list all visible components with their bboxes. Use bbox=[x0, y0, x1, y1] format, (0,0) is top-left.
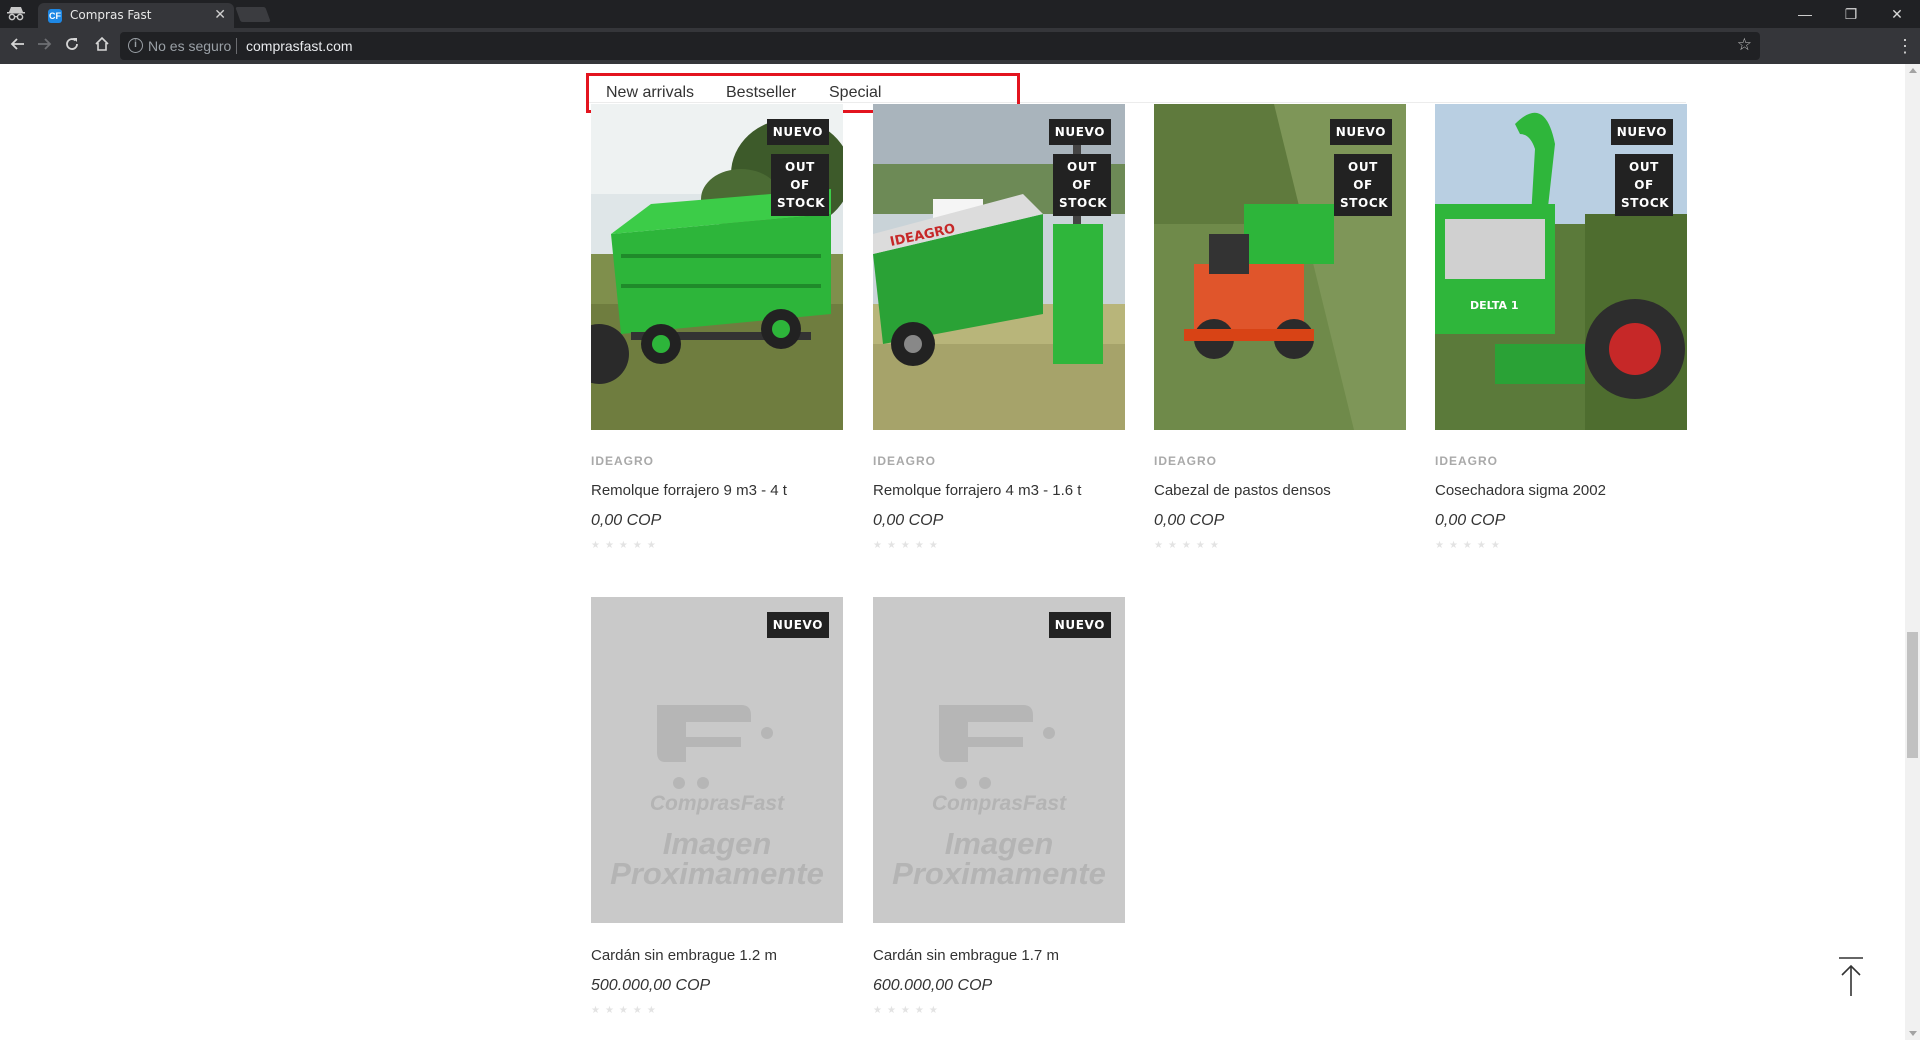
placeholder-line1: Imagen bbox=[944, 826, 1054, 861]
arrow-up-icon bbox=[1839, 957, 1863, 996]
product-price: 0,00 COP bbox=[873, 512, 944, 529]
product-image-trailer-field[interactable]: IDEAGRO NUEVO OUT OF STOCK bbox=[873, 104, 1125, 430]
new-badge: NUEVO bbox=[1329, 119, 1392, 145]
product-name[interactable]: Remolque forrajero 9 m3 - 4 t bbox=[591, 482, 787, 499]
placeholder-line1: Imagen bbox=[662, 826, 772, 861]
page-viewport: New arrivals Bestseller Special NUEVO OU… bbox=[0, 64, 1920, 1040]
product-brand[interactable]: IDEAGRO bbox=[1154, 454, 1217, 468]
forward-arrow-icon[interactable] bbox=[34, 36, 54, 56]
address-bar[interactable]: i No es seguro comprasfast.com ☆ bbox=[120, 32, 1760, 60]
rating-stars: ★★★★★ bbox=[591, 1005, 661, 1016]
scroll-down-icon[interactable] bbox=[1909, 1031, 1917, 1036]
scroll-up-icon[interactable] bbox=[1909, 68, 1917, 73]
product-image-harvester[interactable]: DELTA 1 NUEVO OUT OF STOCK bbox=[1435, 104, 1687, 430]
back-arrow-icon[interactable] bbox=[8, 36, 28, 56]
product-price: 600.000,00 COP bbox=[873, 977, 993, 994]
new-badge: NUEVO bbox=[1610, 119, 1673, 145]
tab-close-icon[interactable]: ✕ bbox=[214, 6, 226, 23]
product-brand[interactable]: IDEAGRO bbox=[1435, 454, 1498, 468]
rating-stars: ★★★★★ bbox=[1154, 540, 1224, 551]
placeholder-line2: Proximamente bbox=[892, 856, 1106, 891]
restore-button[interactable]: ❐ bbox=[1828, 2, 1874, 26]
tab-new-arrivals[interactable]: New arrivals bbox=[606, 84, 694, 102]
product-name[interactable]: Cardán sin embrague 1.2 m bbox=[591, 947, 777, 964]
close-window-button[interactable]: ✕ bbox=[1874, 2, 1920, 26]
new-badge: NUEVO bbox=[1048, 119, 1111, 145]
new-badge: NUEVO bbox=[1048, 612, 1111, 638]
product-name[interactable]: Cardán sin embrague 1.7 m bbox=[873, 947, 1059, 964]
home-icon[interactable] bbox=[92, 36, 112, 56]
product-price: 500.000,00 COP bbox=[591, 977, 711, 994]
reload-icon[interactable] bbox=[62, 36, 82, 56]
browser-toolbar: i No es seguro comprasfast.com ☆ ⋮ bbox=[0, 28, 1920, 64]
scrollbar-thumb[interactable] bbox=[1907, 632, 1918, 758]
browser-titlebar: CF Compras Fast ✕ — ❐ ✕ bbox=[0, 0, 1920, 28]
product-price: 0,00 COP bbox=[591, 512, 662, 529]
omnibox-divider bbox=[236, 38, 237, 54]
incognito-icon[interactable] bbox=[6, 6, 26, 22]
security-label: No es seguro bbox=[148, 38, 232, 54]
rating-stars: ★★★★★ bbox=[1435, 540, 1505, 551]
product-name[interactable]: Cabezal de pastos densos bbox=[1154, 482, 1331, 499]
info-icon[interactable]: i bbox=[128, 38, 143, 53]
back-to-top-button[interactable] bbox=[1836, 956, 1866, 998]
product-price: 0,00 COP bbox=[1435, 512, 1506, 529]
placeholder-line2: Proximamente bbox=[610, 856, 824, 891]
product-image-placeholder[interactable]: ComprasFast Imagen Proximamente NUEVO bbox=[873, 597, 1125, 923]
product-price: 0,00 COP bbox=[1154, 512, 1225, 529]
product-brand[interactable]: IDEAGRO bbox=[591, 454, 654, 468]
svg-text:DELTA 1: DELTA 1 bbox=[1470, 299, 1518, 312]
new-badge: NUEVO bbox=[766, 119, 829, 145]
product-image-trailer[interactable]: NUEVO OUT OF STOCK bbox=[591, 104, 843, 430]
out-of-stock-badge: OUT OF STOCK bbox=[1334, 154, 1392, 216]
new-badge: NUEVO bbox=[766, 612, 829, 638]
product-image-tractor[interactable]: NUEVO OUT OF STOCK bbox=[1154, 104, 1406, 430]
tab-special[interactable]: Special bbox=[829, 84, 881, 102]
rating-stars: ★★★★★ bbox=[873, 540, 943, 551]
product-name[interactable]: Remolque forrajero 4 m3 - 1.6 t bbox=[873, 482, 1081, 499]
url-text[interactable]: comprasfast.com bbox=[246, 38, 353, 54]
tab-bestseller[interactable]: Bestseller bbox=[726, 84, 796, 102]
minimize-button[interactable]: — bbox=[1782, 2, 1828, 26]
product-brand[interactable]: IDEAGRO bbox=[873, 454, 936, 468]
out-of-stock-badge: OUT OF STOCK bbox=[771, 154, 829, 216]
browser-menu-icon[interactable]: ⋮ bbox=[1896, 36, 1914, 56]
out-of-stock-badge: OUT OF STOCK bbox=[1615, 154, 1673, 216]
rating-stars: ★★★★★ bbox=[873, 1005, 943, 1016]
placeholder-logo-text: ComprasFast bbox=[649, 792, 785, 815]
browser-tab[interactable]: CF Compras Fast ✕ bbox=[38, 3, 234, 28]
product-image-placeholder[interactable]: ComprasFast Imagen Proximamente NUEVO bbox=[591, 597, 843, 923]
bookmark-star-icon[interactable]: ☆ bbox=[1737, 35, 1752, 55]
out-of-stock-badge: OUT OF STOCK bbox=[1053, 154, 1111, 216]
site-favicon-icon: CF bbox=[48, 9, 62, 23]
page-scrollbar[interactable] bbox=[1905, 64, 1920, 1040]
placeholder-logo-text: ComprasFast bbox=[931, 792, 1067, 815]
rating-stars: ★★★★★ bbox=[591, 540, 661, 551]
new-tab-button[interactable] bbox=[235, 7, 271, 22]
product-name[interactable]: Cosechadora sigma 2002 bbox=[1435, 482, 1606, 499]
tab-title: Compras Fast bbox=[70, 8, 152, 22]
